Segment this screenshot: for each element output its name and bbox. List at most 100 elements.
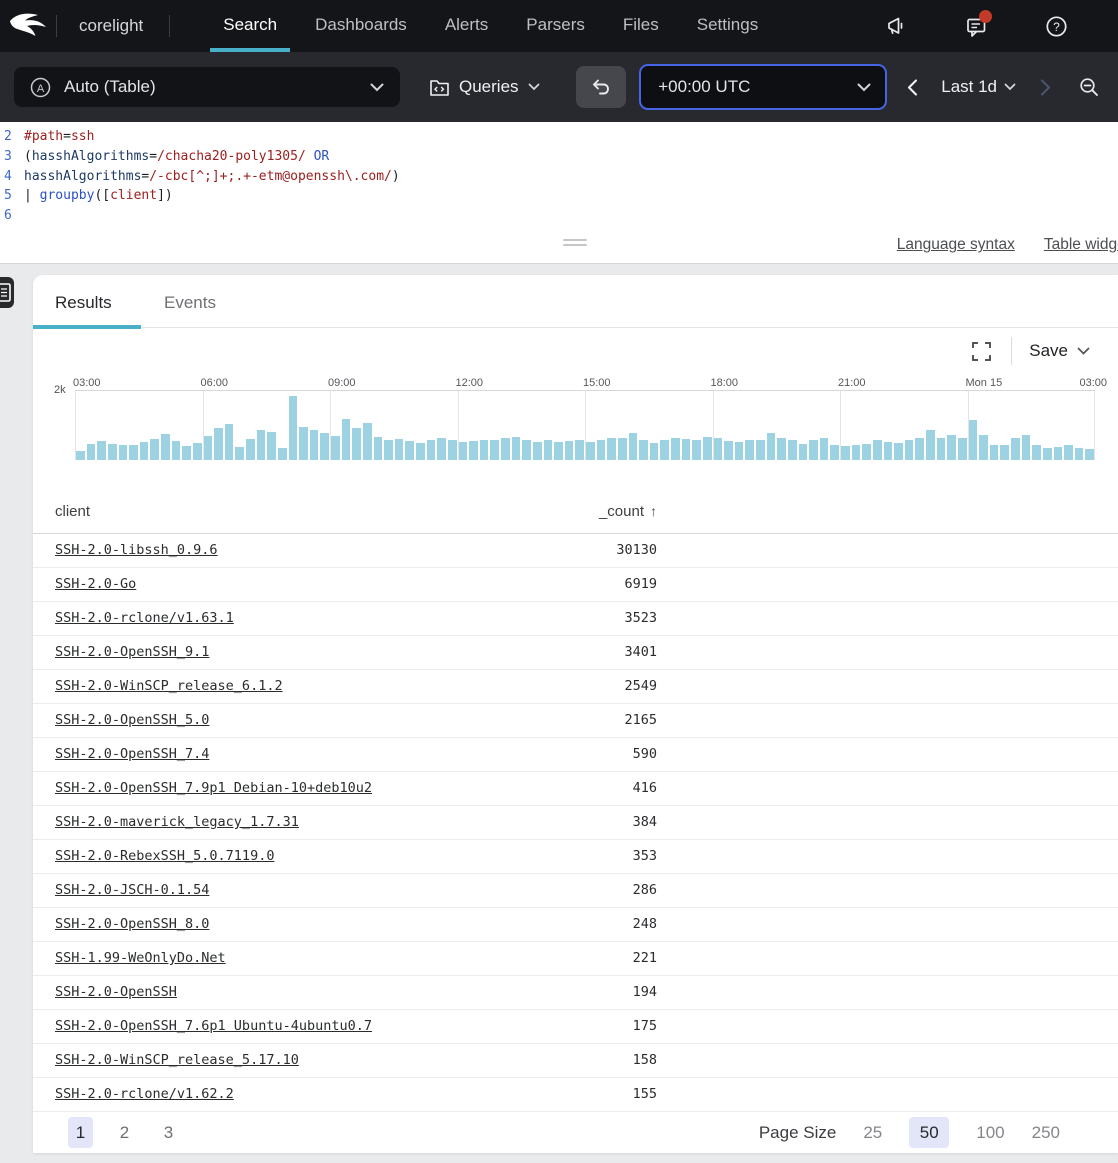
nav-item-settings[interactable]: Settings [678, 0, 777, 52]
column-header-count[interactable]: _count↑ [33, 503, 657, 520]
histogram-bar [405, 441, 414, 460]
histogram-bar [565, 441, 574, 460]
count-value: 6919 [33, 576, 657, 592]
histogram-bar [1000, 445, 1009, 460]
query-toolbar: A Auto (Table) Queries +00:00 UTC [0, 52, 1118, 122]
x-axis-tick: 12:00 [456, 377, 484, 389]
page-size-button-25[interactable]: 25 [863, 1117, 882, 1148]
histogram-bar [395, 439, 404, 460]
timezone-select[interactable]: +00:00 UTC [639, 64, 887, 110]
corelight-bird-icon [8, 11, 48, 41]
histogram-bar [140, 442, 149, 460]
table-row: SSH-2.0-rclone/v1.62.2155 [33, 1078, 1118, 1112]
resize-drag-handle[interactable] [563, 239, 587, 249]
svg-text:?: ? [1053, 19, 1060, 33]
histogram-bar [777, 438, 786, 460]
nav-item-search[interactable]: Search [204, 0, 296, 52]
side-panel-toggle[interactable] [0, 277, 14, 308]
table-row: SSH-2.0-OpenSSH_7.9p1 Debian-10+deb10u24… [33, 772, 1118, 806]
page-size-button-50[interactable]: 50 [909, 1117, 949, 1148]
time-range-select[interactable]: Last 1d [941, 77, 1016, 97]
results-tabs: Results Events [33, 275, 1118, 328]
time-forward-button[interactable] [1028, 70, 1062, 104]
nav-item-dashboards[interactable]: Dashboards [296, 0, 426, 52]
histogram-bar [1032, 445, 1041, 460]
fullscreen-button[interactable] [968, 338, 994, 364]
page-size-button-250[interactable]: 250 [1032, 1117, 1060, 1148]
count-value: 158 [33, 1052, 657, 1068]
table-row: SSH-2.0-OpenSSH_5.02165 [33, 704, 1118, 738]
histogram-bar [512, 437, 521, 460]
save-button[interactable]: Save [1029, 341, 1090, 361]
histogram-bar [331, 436, 340, 460]
page-button-2[interactable]: 2 [112, 1117, 137, 1148]
histogram-bar [671, 438, 680, 460]
table-row: SSH-2.0-libssh_0.9.630130 [33, 534, 1118, 568]
x-axis-tick: 03:00 [73, 377, 101, 389]
chart-header: Save [33, 328, 1118, 375]
histogram-bar [947, 435, 956, 460]
nav-item-files[interactable]: Files [604, 0, 678, 52]
help-icon: ? [1045, 15, 1068, 38]
editor-footer-row: Language syntax Table widget [0, 228, 1118, 264]
brand-name: corelight [79, 16, 143, 36]
histogram-bar [225, 424, 234, 460]
x-axis-tick: 09:00 [328, 377, 356, 389]
line-number: 3 [0, 147, 16, 167]
tab-events[interactable]: Events [164, 275, 216, 328]
announcements-button[interactable] [884, 14, 908, 38]
histogram-bar [979, 435, 988, 460]
histogram-bar [809, 440, 818, 460]
svg-text:A: A [37, 82, 45, 94]
nav-item-alerts[interactable]: Alerts [426, 0, 507, 52]
undo-icon [591, 78, 611, 97]
histogram-bar [320, 433, 329, 460]
page-button-1[interactable]: 1 [68, 1117, 93, 1148]
view-type-select[interactable]: A Auto (Table) [14, 67, 400, 107]
help-links: Language syntax Table widget [897, 236, 1118, 254]
line-number: 4 [0, 167, 16, 187]
histogram-bar [161, 434, 170, 460]
undo-button[interactable] [576, 66, 626, 108]
histogram-bar [597, 440, 606, 460]
megaphone-icon [884, 14, 908, 38]
auto-view-icon: A [30, 77, 51, 98]
queries-button[interactable]: Queries [429, 77, 540, 97]
histogram-bar [650, 443, 659, 460]
x-axis-tick: 21:00 [838, 377, 866, 389]
zoom-out-time-button[interactable] [1074, 72, 1104, 102]
table-row: SSH-2.0-OpenSSH_9.13401 [33, 636, 1118, 670]
histogram-bar [257, 430, 266, 460]
tab-results[interactable]: Results [33, 275, 141, 328]
histogram-bar [448, 440, 457, 460]
histogram-bar [501, 438, 510, 460]
language-syntax-link[interactable]: Language syntax [897, 236, 1015, 254]
divider [1011, 337, 1012, 365]
chevron-down-icon [370, 83, 384, 92]
table-row: SSH-1.99-WeOnlyDo.Net221 [33, 942, 1118, 976]
page-size-button-100[interactable]: 100 [976, 1117, 1004, 1148]
histogram-bar [544, 440, 553, 460]
corelight-logo[interactable] [0, 11, 56, 41]
top-nav: corelight SearchDashboardsAlertsParsersF… [0, 0, 1118, 52]
histogram-bar [1054, 447, 1063, 460]
histogram-bar [235, 447, 244, 460]
count-value: 2165 [33, 712, 657, 728]
histogram-bar [374, 437, 383, 460]
time-back-button[interactable] [895, 70, 929, 104]
query-editor[interactable]: 2#path=ssh3(hasshAlgorithms=/chacha20-po… [0, 122, 1118, 228]
help-button[interactable]: ? [1044, 14, 1068, 38]
histogram-bar [427, 440, 436, 460]
count-value: 286 [33, 882, 657, 898]
nav-item-parsers[interactable]: Parsers [507, 0, 604, 52]
feedback-button[interactable] [964, 14, 988, 38]
x-axis-tick: 06:00 [201, 377, 229, 389]
table-widget-link[interactable]: Table widget [1044, 236, 1118, 254]
line-number: 5 [0, 186, 16, 206]
histogram-bar [554, 442, 563, 460]
histogram-bar [639, 440, 648, 460]
query-line: 3(hasshAlgorithms=/chacha20-poly1305/ OR [0, 147, 1118, 167]
page-button-3[interactable]: 3 [156, 1117, 181, 1148]
histogram-bar [1075, 448, 1084, 460]
histogram-bar [278, 448, 287, 460]
